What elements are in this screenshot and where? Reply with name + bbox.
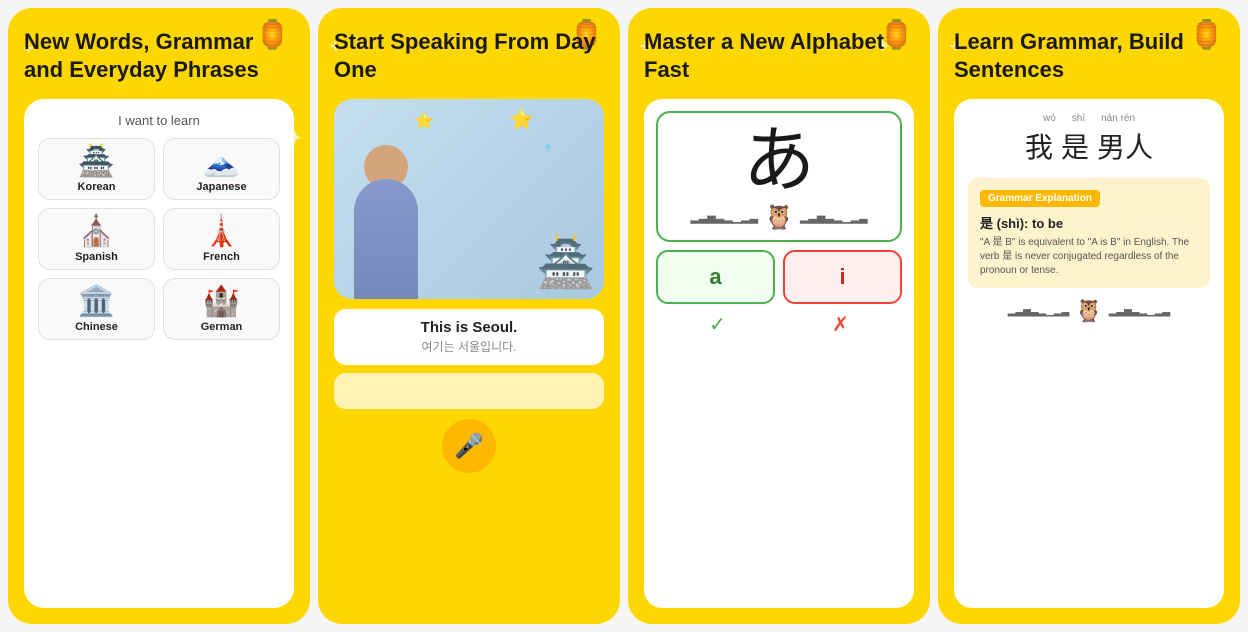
japanese-icon: 🗻 xyxy=(203,147,240,177)
audio-wave: ▂▃▅▃▂▁▂▃ 🦉 ▂▃▅▃▂▁▂▃ xyxy=(690,203,867,232)
pinyin-nanren: nán rén xyxy=(1101,113,1135,124)
spanish-label: Spanish xyxy=(75,251,118,263)
i-want-label: I want to learn xyxy=(118,113,200,128)
spanish-icon: ⛪ xyxy=(78,217,115,247)
person-figure xyxy=(354,179,418,299)
pinyin-row: wó shì nán rén xyxy=(968,113,1210,124)
french-label: French xyxy=(203,251,240,263)
check-icon: ✓ xyxy=(709,312,726,337)
panel-vocabulary: 🏮 + ✦ New Words, Grammar and Everyday Ph… xyxy=(8,8,310,624)
chinese-label: Chinese xyxy=(75,321,118,333)
answer-a[interactable]: a xyxy=(656,250,775,304)
panel-alphabet: 🏮 + ✦ Master a New Alphabet Fast あ ▂▃▅▃▂… xyxy=(628,8,930,624)
wave-left: ▂▃▅▃▂▁▂▃ xyxy=(690,211,758,224)
language-grid: 🏯 Korean 🗻 Japanese ⛪ Spanish 🗼 French 🏛… xyxy=(38,138,280,340)
speech-text-main: This is Seoul. xyxy=(348,319,590,336)
grammar-description: "A 是 B" is equivalent to "A is B" in Eng… xyxy=(980,236,1198,278)
star-1: ⭐ xyxy=(414,111,434,131)
grammar-box-title: Grammar Explanation xyxy=(980,190,1100,207)
german-label: German xyxy=(201,321,243,333)
sparkle-1: ✦ xyxy=(542,139,554,156)
char-wo: 我 xyxy=(1025,126,1053,166)
lang-spanish[interactable]: ⛪ Spanish xyxy=(38,208,155,270)
wave-right: ▂▃▅▃▂▁▂▃ xyxy=(800,211,868,224)
char-shi: 是 xyxy=(1061,126,1089,166)
grammar-explanation-box: Grammar Explanation 是 (shì): to be "A 是 … xyxy=(968,178,1210,288)
language-selector-card: I want to learn 🏯 Korean 🗻 Japanese ⛪ Sp… xyxy=(24,99,294,608)
lang-german[interactable]: 🏰 German xyxy=(163,278,280,340)
grammar-card: wó shì nán rén 我 是 男人 Grammar Explanatio… xyxy=(954,99,1224,608)
chinese-sentence: wó shì nán rén 我 是 男人 xyxy=(968,113,1210,166)
lang-japanese[interactable]: 🗻 Japanese xyxy=(163,138,280,200)
chinese-icon: 🏛️ xyxy=(78,287,115,317)
korean-label: Korean xyxy=(78,181,116,193)
result-feedback: ✓ ✗ xyxy=(656,312,902,337)
char-nanren: 男人 xyxy=(1097,126,1153,166)
answer-options: a i xyxy=(656,250,902,304)
lang-french[interactable]: 🗼 French xyxy=(163,208,280,270)
pinyin-wo: wó xyxy=(1043,113,1056,124)
korean-icon: 🏯 xyxy=(78,147,115,177)
hiragana-character: あ xyxy=(743,125,815,197)
lang-chinese[interactable]: 🏛️ Chinese xyxy=(38,278,155,340)
panel1-title: New Words, Grammar and Everyday Phrases xyxy=(24,28,294,83)
video-card: 🏯 ⭐ ⭐ ✦ xyxy=(334,99,604,299)
mic-icon: 🎤 xyxy=(454,432,484,461)
panel4-title: Learn Grammar, Build Sentences xyxy=(954,28,1224,83)
french-icon: 🗼 xyxy=(203,217,240,247)
german-icon: 🏰 xyxy=(203,287,240,317)
mic-button[interactable]: 🎤 xyxy=(442,419,496,473)
owl-mascot-2: 🦉 xyxy=(1075,298,1102,324)
panel-grammar: 🏮 + Learn Grammar, Build Sentences wó sh… xyxy=(938,8,1240,624)
owl-mascot: 🦉 xyxy=(764,203,794,232)
temple-icon: 🏯 xyxy=(536,234,596,291)
x-icon: ✗ xyxy=(832,312,849,337)
grammar-main-text: 是 (shì): to be xyxy=(980,213,1198,232)
panel2-title: Start Speaking From Day One xyxy=(334,28,604,83)
input-placeholder xyxy=(334,373,604,409)
alphabet-card: あ ▂▃▅▃▂▁▂▃ 🦉 ▂▃▅▃▂▁▂▃ a i ✓ ✗ xyxy=(644,99,914,608)
answer-i[interactable]: i xyxy=(783,250,902,304)
speech-bubble: This is Seoul. 여기는 서울입니다. xyxy=(334,309,604,365)
hiragana-display: あ ▂▃▅▃▂▁▂▃ 🦉 ▂▃▅▃▂▁▂▃ xyxy=(656,111,902,242)
star-2: ⭐ xyxy=(509,107,534,132)
character-row: 我 是 男人 xyxy=(968,126,1210,166)
audio-playback-row: ▂▃▅▃▂▁▂▃ 🦉 ▂▃▅▃▂▁▂▃ xyxy=(968,298,1210,324)
lang-korean[interactable]: 🏯 Korean xyxy=(38,138,155,200)
pinyin-shi: shì xyxy=(1072,113,1085,124)
panel3-title: Master a New Alphabet Fast xyxy=(644,28,914,83)
audio-wave-left: ▂▃▅▃▂▁▂▃ xyxy=(1008,306,1070,317)
speech-text-sub: 여기는 서울입니다. xyxy=(348,338,590,355)
person-body xyxy=(354,179,418,299)
panel-speaking: 🏮 + Start Speaking From Day One 🏯 ⭐ ⭐ ✦ … xyxy=(318,8,620,624)
audio-wave-right: ▂▃▅▃▂▁▂▃ xyxy=(1109,306,1171,317)
japanese-label: Japanese xyxy=(196,181,246,193)
